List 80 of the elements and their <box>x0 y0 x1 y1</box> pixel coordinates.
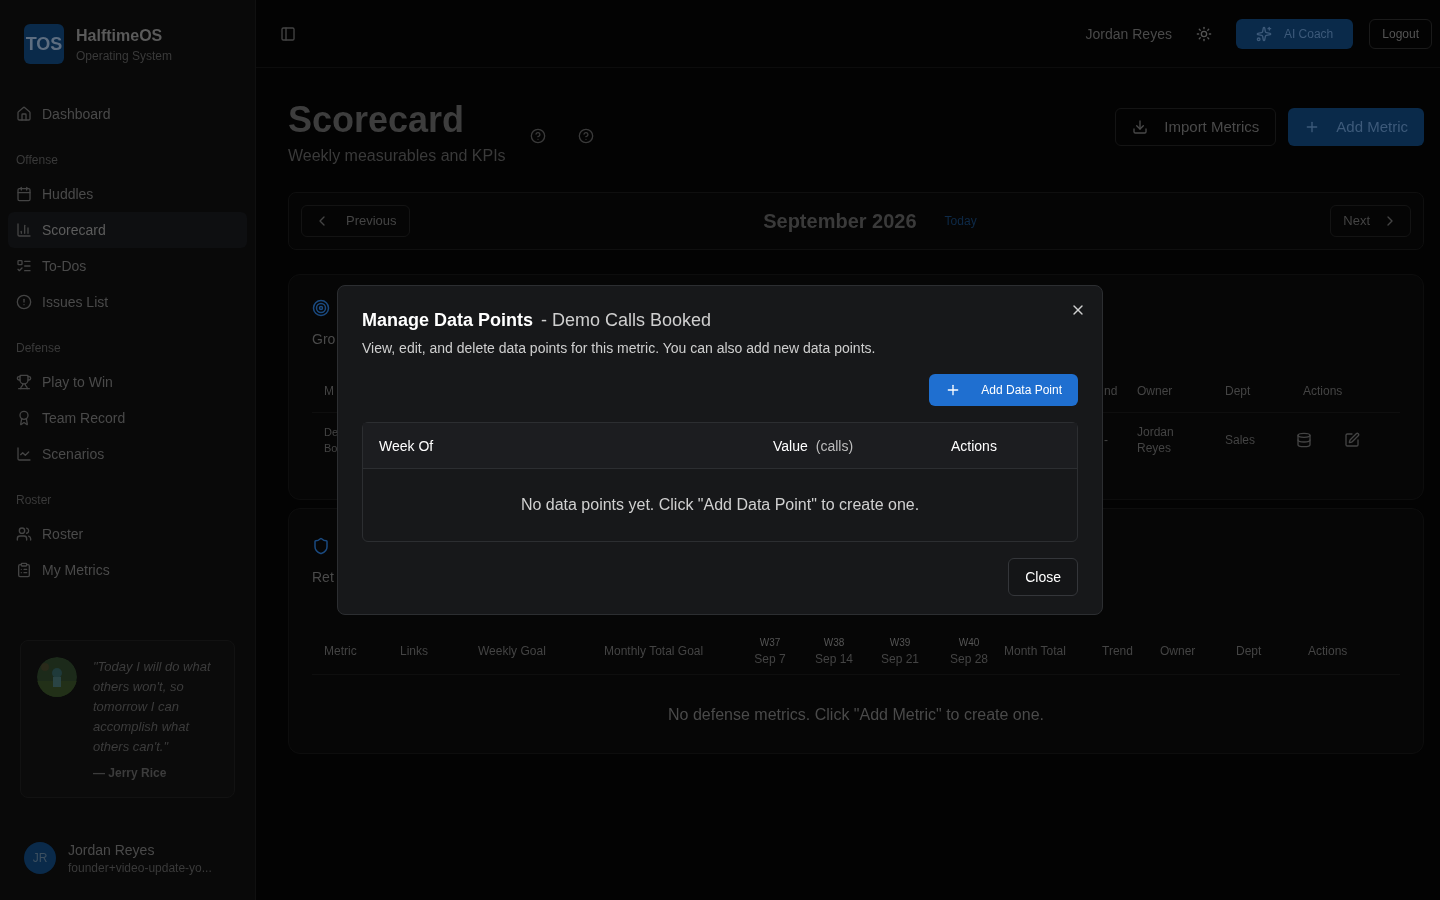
column-header: Weekly Goal <box>478 643 546 658</box>
column-header: Trend <box>1102 643 1133 658</box>
help-icon[interactable] <box>577 128 594 144</box>
column-header: Week Of <box>379 437 434 454</box>
line-chart-icon <box>16 446 32 462</box>
dialog-title: Manage Data Points <box>362 309 534 332</box>
sparkle-icon <box>1255 25 1272 42</box>
clipboard-icon <box>16 562 32 578</box>
column-header: Sep 21 <box>880 650 919 667</box>
column-header: Dept <box>1236 643 1262 658</box>
week-number: W38 <box>823 635 845 650</box>
dept-cell: Sales <box>1225 433 1256 447</box>
column-header: Owner <box>1160 643 1196 658</box>
nav-item[interactable]: Huddles <box>8 176 247 212</box>
user-name: Jordan Reyes <box>1085 24 1172 44</box>
column-header: Actions <box>951 437 997 454</box>
logout-button[interactable]: Logout <box>1369 18 1432 49</box>
metric-name: De <box>324 425 339 440</box>
column-header: Actions <box>1303 383 1343 398</box>
column-header: Owner <box>1137 383 1173 398</box>
nav-item[interactable]: My Metrics <box>8 552 247 588</box>
today-link[interactable]: Today <box>944 213 977 229</box>
empty-message: No data points yet. Click "Add Data Point" to create one. <box>520 495 920 515</box>
owner-cell-text: Jordan Reyes <box>1137 424 1175 456</box>
column-header: Sep 28 <box>949 650 988 667</box>
nav-item[interactable]: Roster <box>8 516 247 552</box>
target-icon <box>312 299 330 317</box>
home-icon <box>16 106 32 122</box>
card-subtitle: Ret <box>312 568 334 587</box>
previous-button[interactable]: Previous <box>301 205 410 237</box>
nav-item[interactable]: Team Record <box>8 400 247 436</box>
column-header: Actions <box>1308 643 1348 658</box>
app-name: HalftimeOS <box>76 26 164 46</box>
column-header: Month Total <box>1004 643 1066 658</box>
column-header: M <box>324 383 334 398</box>
trophy-icon <box>16 374 32 390</box>
import-metrics-button[interactable]: Import Metrics <box>1115 108 1277 146</box>
column-header: Value <box>773 437 808 454</box>
nav-item[interactable]: Scenarios <box>8 436 247 472</box>
edit-icon[interactable] <box>1344 432 1360 448</box>
week-number: W37 <box>759 635 781 650</box>
user-name: Jordan Reyes <box>68 841 156 860</box>
column-header: nd <box>1104 383 1118 398</box>
nav-item[interactable]: Issues List <box>8 284 247 320</box>
metric-name: Bo <box>324 441 338 456</box>
nav-item[interactable]: Scorecard <box>8 212 247 248</box>
add-data-point-button[interactable]: Add Data Point <box>929 374 1078 406</box>
column-header: Metric <box>324 643 357 658</box>
column-header: Sep 7 <box>754 650 786 667</box>
card-subtitle: Gro <box>312 330 336 349</box>
column-header: Monthly Total Goal <box>604 643 704 658</box>
help-icon[interactable] <box>529 128 546 144</box>
nav-item[interactable]: Dashboard <box>8 96 247 132</box>
column-header: Sep 14 <box>814 650 853 667</box>
trend-cell: - <box>1104 433 1108 447</box>
column-header: Links <box>400 643 428 658</box>
next-button[interactable]: Next <box>1330 205 1411 237</box>
nav-item[interactable]: To-Dos <box>8 248 247 284</box>
list-icon <box>16 258 32 274</box>
dialog-description: View, edit, and delete data points for this metric. You can also add new data points. <box>362 339 877 358</box>
download-icon <box>1132 119 1149 135</box>
database-icon[interactable] <box>1296 432 1312 448</box>
calendar-icon <box>16 186 32 202</box>
dialog-metric-name: - Demo Calls Booked <box>541 309 712 332</box>
empty-message: No defense metrics. Click "Add Metric" to create one. <box>667 705 1045 725</box>
bar-chart-icon <box>16 222 32 238</box>
theme-toggle-icon[interactable] <box>1195 25 1212 42</box>
app-logo: TOS <box>24 24 64 64</box>
alert-icon <box>16 294 32 310</box>
award-icon <box>16 410 32 426</box>
nav-item[interactable]: Play to Win <box>8 364 247 400</box>
unit-label: (calls) <box>815 437 854 454</box>
week-number: W39 <box>889 635 911 650</box>
column-header: Dept <box>1225 383 1251 398</box>
close-button[interactable]: Close <box>1008 558 1078 596</box>
shield-icon <box>312 537 330 555</box>
week-number: W40 <box>958 635 980 650</box>
users-icon <box>16 526 32 542</box>
page-title: Scorecard <box>288 100 466 140</box>
sidebar-toggle-icon[interactable] <box>280 25 296 42</box>
